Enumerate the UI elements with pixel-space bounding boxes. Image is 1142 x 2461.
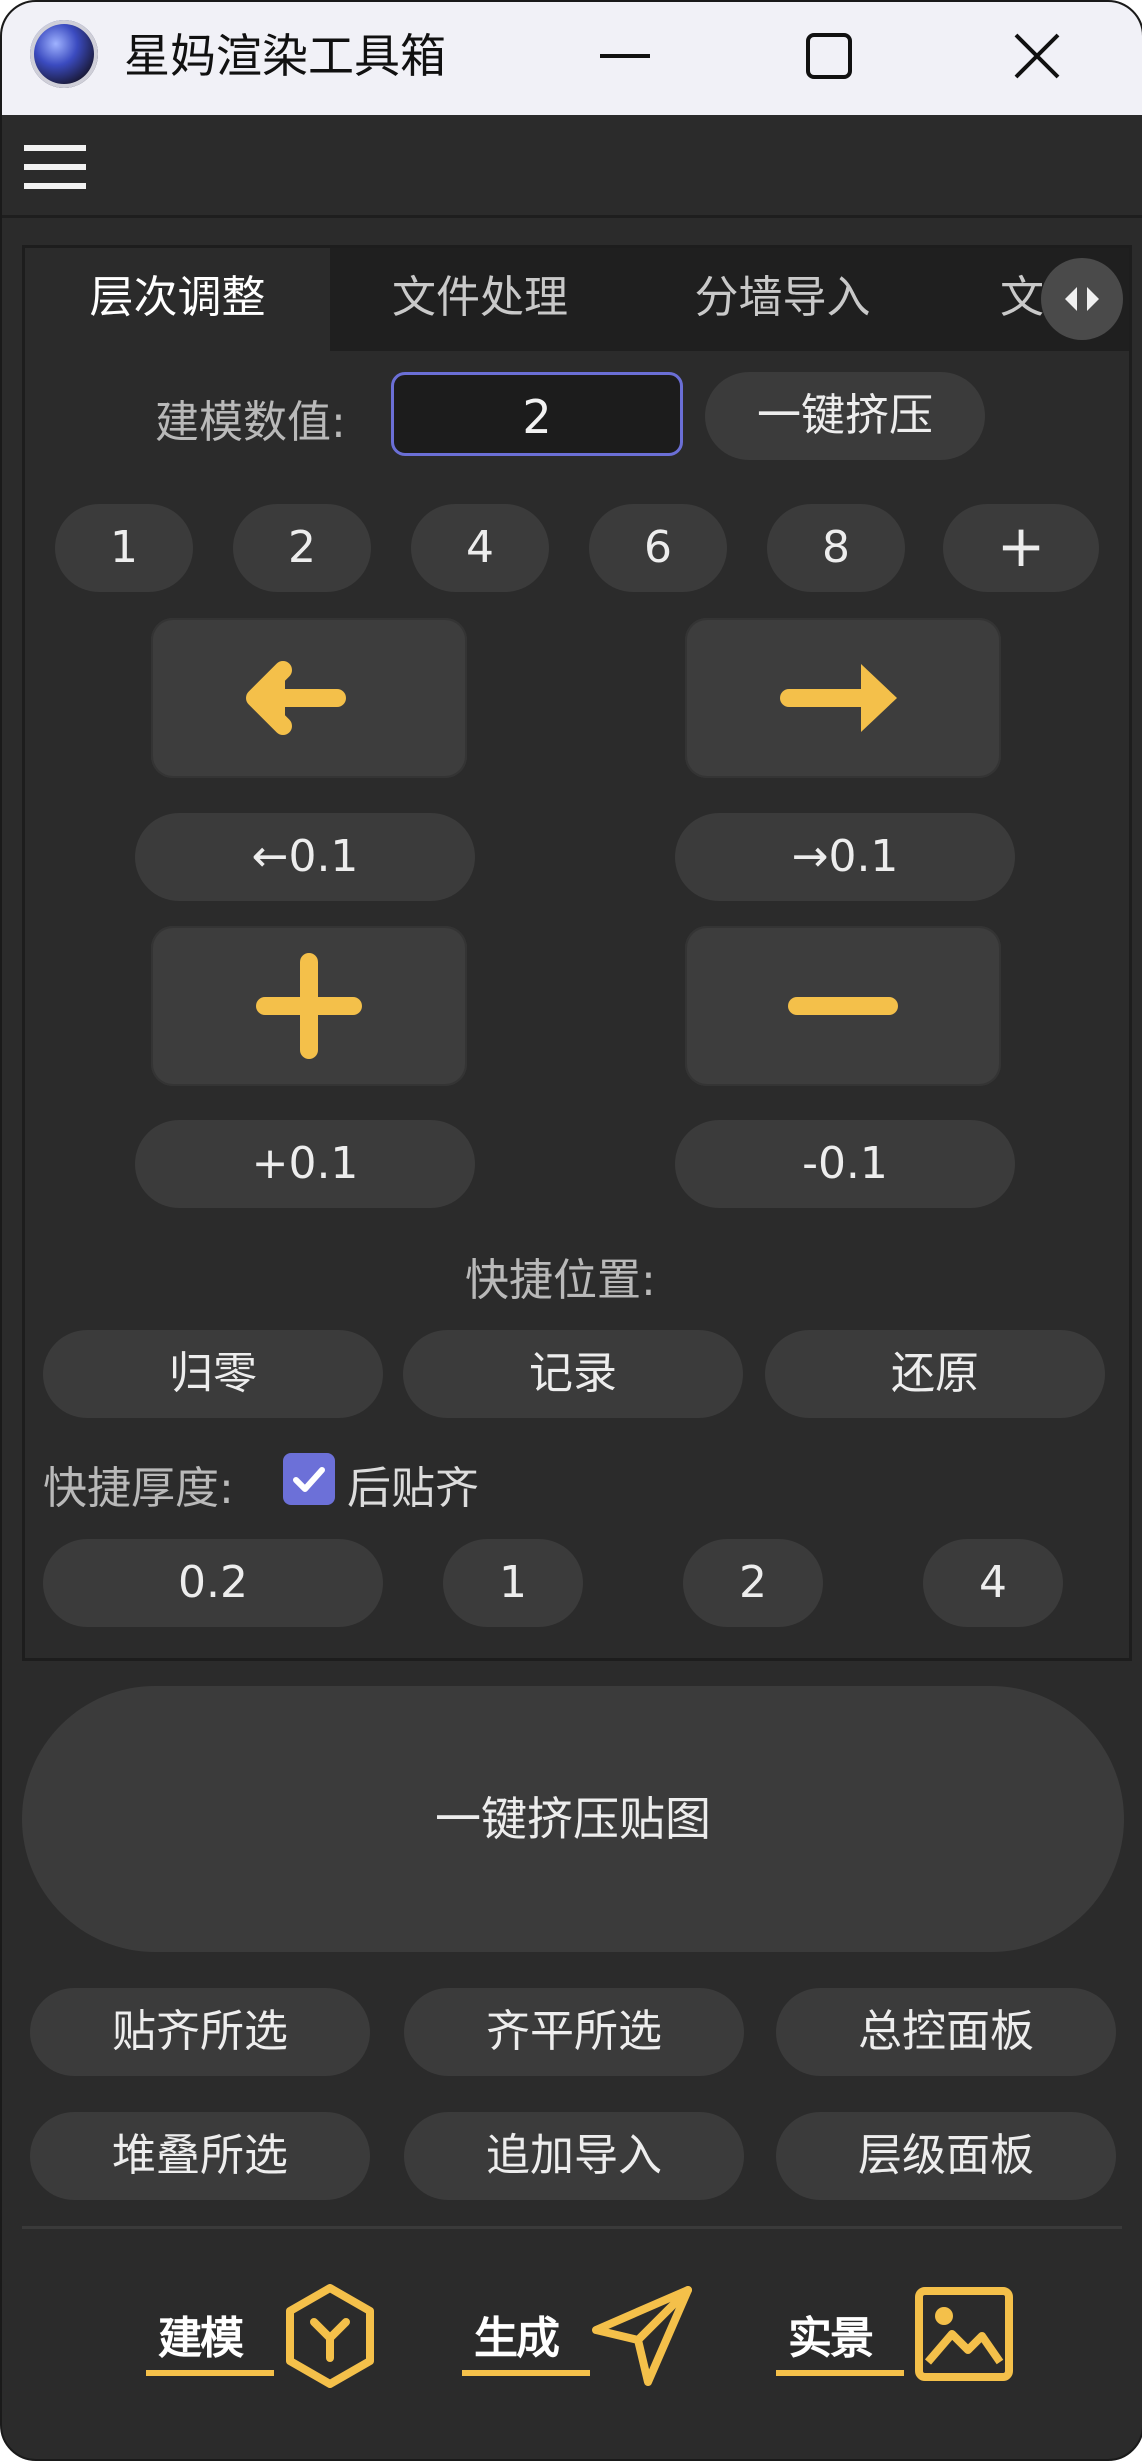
- thickness-0-2-button[interactable]: 0.2: [43, 1539, 383, 1627]
- nav-modeling[interactable]: 建模: [142, 2272, 382, 2412]
- tab-file-process[interactable]: 文件处理: [330, 248, 630, 351]
- left-right-arrows-icon: [1065, 287, 1099, 311]
- tab-layer-adjust[interactable]: 层次调整: [25, 248, 330, 351]
- nav-realscene-label: 实景: [788, 2313, 874, 2364]
- modeling-value-label: 建模数值:: [155, 397, 346, 448]
- extrude-texture-button[interactable]: 一键挤压贴图: [22, 1686, 1124, 1952]
- record-button[interactable]: 记录: [403, 1330, 743, 1418]
- minimize-icon: [600, 54, 650, 58]
- nav-realscene-underline: [776, 2370, 904, 2376]
- app-logo-icon: [30, 20, 98, 88]
- tab-wall-import[interactable]: 分墙导入: [630, 248, 935, 351]
- maximize-button[interactable]: [774, 16, 884, 96]
- toolbar: [2, 115, 1142, 218]
- thickness-4-button[interactable]: 4: [923, 1539, 1063, 1627]
- hexagon-y-icon: [286, 2284, 374, 2388]
- image-icon: [915, 2287, 1013, 2381]
- nav-modeling-underline: [146, 2370, 274, 2376]
- bottom-nav-divider: [22, 2226, 1122, 2229]
- move-left-button[interactable]: [151, 618, 467, 778]
- tab-bar: 层次调整 文件处理 分墙导入 文: [25, 248, 1129, 351]
- nav-generate-underline: [462, 2370, 590, 2376]
- layer-panel-button[interactable]: 层级面板: [776, 2112, 1116, 2200]
- step-left-button[interactable]: ←0.1: [135, 813, 475, 901]
- preset-4-button[interactable]: 4: [411, 504, 549, 592]
- preset-2-button[interactable]: 2: [233, 504, 371, 592]
- modeling-value-input[interactable]: 2: [391, 372, 683, 456]
- checkmark-icon: [293, 1467, 325, 1492]
- close-icon: [1014, 33, 1060, 79]
- flush-selected-button[interactable]: 齐平所选: [404, 1988, 744, 2076]
- minus-icon: [788, 997, 898, 1015]
- step-minus-button[interactable]: -0.1: [675, 1120, 1015, 1208]
- decrease-button[interactable]: [685, 926, 1001, 1086]
- preset-6-button[interactable]: 6: [589, 504, 727, 592]
- reset-zero-button[interactable]: 归零: [43, 1330, 383, 1418]
- restore-button[interactable]: 还原: [765, 1330, 1105, 1418]
- step-right-button[interactable]: →0.1: [675, 813, 1015, 901]
- window-title: 星妈渲染工具箱: [124, 29, 446, 83]
- maximize-icon: [806, 33, 852, 79]
- preset-8-button[interactable]: 8: [767, 504, 905, 592]
- send-arrow-icon: [592, 2286, 692, 2386]
- snap-after-checkbox[interactable]: [283, 1453, 335, 1505]
- preset-add-button[interactable]: +: [943, 504, 1099, 592]
- increase-button[interactable]: [151, 926, 467, 1086]
- arrow-left-icon: [246, 661, 346, 735]
- nav-modeling-label: 建模: [158, 2313, 244, 2364]
- quick-thickness-label: 快捷厚度:: [43, 1463, 234, 1514]
- step-plus-button[interactable]: +0.1: [135, 1120, 475, 1208]
- preset-1-button[interactable]: 1: [55, 504, 193, 592]
- quick-position-label: 快捷位置:: [465, 1255, 656, 1306]
- snap-selected-button[interactable]: 贴齐所选: [30, 1988, 370, 2076]
- nav-generate-label: 生成: [474, 2313, 560, 2364]
- tool-panel: 层次调整 文件处理 分墙导入 文 建模数值: 2 一键挤压 1 2 4 6 8 …: [22, 245, 1132, 1661]
- nav-generate[interactable]: 生成: [458, 2272, 698, 2412]
- snap-after-label: 后贴齐: [347, 1463, 479, 1514]
- app-window: 星妈渲染工具箱 层次调整 文件处理 分墙导入 文 建模数值: 2 一键挤压 1 …: [0, 0, 1142, 2461]
- extrude-button[interactable]: 一键挤压: [705, 372, 985, 460]
- title-bar: 星妈渲染工具箱: [2, 2, 1142, 115]
- master-panel-button[interactable]: 总控面板: [776, 1988, 1116, 2076]
- thickness-1-button[interactable]: 1: [443, 1539, 583, 1627]
- plus-icon: [256, 953, 362, 1059]
- close-button[interactable]: [982, 16, 1092, 96]
- hamburger-menu-icon[interactable]: [22, 141, 88, 193]
- tab-scroll-button[interactable]: [1041, 258, 1123, 340]
- arrow-right-icon: [780, 664, 897, 732]
- append-import-button[interactable]: 追加导入: [404, 2112, 744, 2200]
- minimize-button[interactable]: [570, 16, 680, 96]
- nav-realscene[interactable]: 实景: [772, 2272, 1032, 2412]
- stack-selected-button[interactable]: 堆叠所选: [30, 2112, 370, 2200]
- thickness-2-button[interactable]: 2: [683, 1539, 823, 1627]
- move-right-button[interactable]: [685, 618, 1001, 778]
